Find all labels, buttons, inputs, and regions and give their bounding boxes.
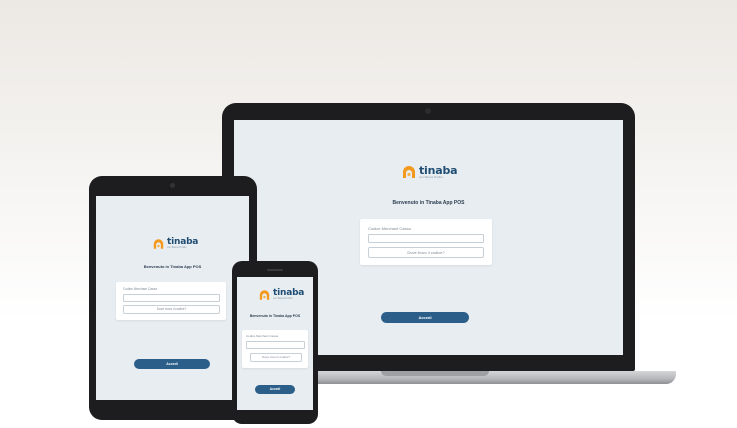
login-button[interactable]: Accedi [134,359,210,369]
login-card: Codice Merchant Cassa Dove trovo il codi… [116,282,226,320]
merchant-code-label: Codice Merchant Cassa [123,287,158,291]
where-code-link[interactable]: Dove trovo il codice? [368,247,484,258]
merchant-code-input[interactable] [123,294,220,302]
tablet-camera [170,183,175,188]
phone-speaker [267,269,283,271]
laptop-camera [425,108,431,114]
brand-tagline: con Banca Profilo [419,175,443,179]
welcome-heading: Benvenuto in Tinaba App POS [249,314,301,318]
merchant-code-label: Codice Merchant Cassa [246,334,279,338]
tinaba-logo-icon [403,166,415,178]
tinaba-logo-icon [259,290,270,300]
login-button[interactable]: Accedi [255,385,295,394]
tablet-brand-logo: tinaba con Banca Profilo [153,238,198,250]
brand-tagline: con Banca Profilo [167,246,187,249]
phone-brand-logo: tinaba con Banca Profilo [259,289,304,301]
login-card: Codice Merchant Cassa Dove trovo il codi… [360,219,492,265]
merchant-code-input[interactable] [246,341,305,349]
tablet-screen: tinaba con Banca Profilo Benvenuto in Ti… [96,196,249,400]
login-button[interactable]: Accedi [381,312,469,323]
phone-screen: tinaba con Banca Profilo Benvenuto in Ti… [237,277,313,410]
tinaba-logo-icon [153,239,164,249]
laptop-brand-logo: tinaba con Banca Profilo [402,165,458,179]
where-code-link[interactable]: Dove trovo il codice? [250,353,302,362]
laptop-hinge-notch [381,371,489,376]
merchant-code-label: Codice Merchant Cassa [368,226,411,231]
brand-tagline: con Banca Profilo [273,297,293,300]
where-code-link[interactable]: Dove trovo il codice? [123,305,220,314]
welcome-heading: Benvenuto in Tinaba App POS [392,200,465,206]
phone-device: tinaba con Banca Profilo Benvenuto in Ti… [232,261,318,424]
merchant-code-input[interactable] [368,234,484,243]
login-card: Codice Merchant Cassa Dove trovo il codi… [242,330,308,368]
welcome-heading: Benvenuto in Tinaba App POS [143,264,202,269]
